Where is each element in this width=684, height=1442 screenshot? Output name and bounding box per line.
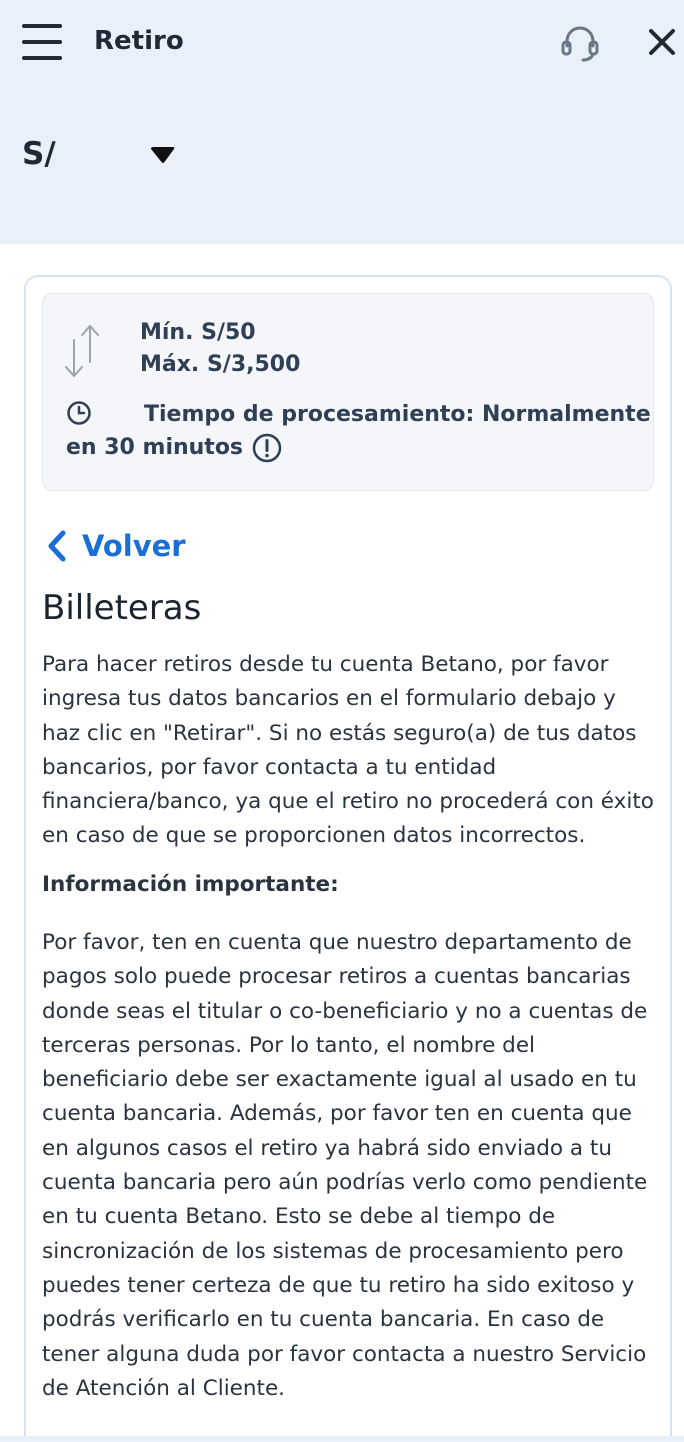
- section-title: Billeteras: [42, 588, 202, 628]
- app-header: Retiro S/: [0, 0, 684, 244]
- currency-dropdown[interactable]: S/: [22, 132, 182, 176]
- max-amount: Máx. S/3,500: [140, 352, 301, 377]
- menu-bar-bottom: [22, 56, 62, 60]
- info-icon[interactable]: [251, 432, 283, 464]
- important-paragraph: Por favor, ten en cuenta que nuestro dep…: [42, 930, 648, 1401]
- close-icon[interactable]: [642, 22, 682, 62]
- page-title: Retiro: [94, 26, 184, 56]
- currency-label: S/: [22, 136, 56, 172]
- bottom-divider: [0, 1436, 684, 1442]
- processing-time: Tiempo de procesamiento: Normalmente en …: [66, 398, 656, 464]
- headset-icon[interactable]: [558, 20, 602, 64]
- up-down-arrows-icon: [65, 325, 99, 377]
- chevron-left-icon: [48, 530, 66, 562]
- back-label: Volver: [82, 529, 186, 563]
- hamburger-menu-icon[interactable]: [22, 24, 62, 60]
- processing-time-label: Tiempo de procesamiento: Normalmente en …: [66, 402, 651, 460]
- intro-paragraph: Para hacer retiros desde tu cuenta Betan…: [42, 652, 654, 849]
- menu-bar-top: [22, 24, 62, 28]
- caret-down-icon: [151, 147, 175, 163]
- menu-bar-middle: [22, 40, 62, 44]
- back-button[interactable]: Volver: [44, 526, 186, 566]
- min-amount: Mín. S/50: [140, 320, 256, 345]
- important-heading: Información importante:: [42, 872, 339, 897]
